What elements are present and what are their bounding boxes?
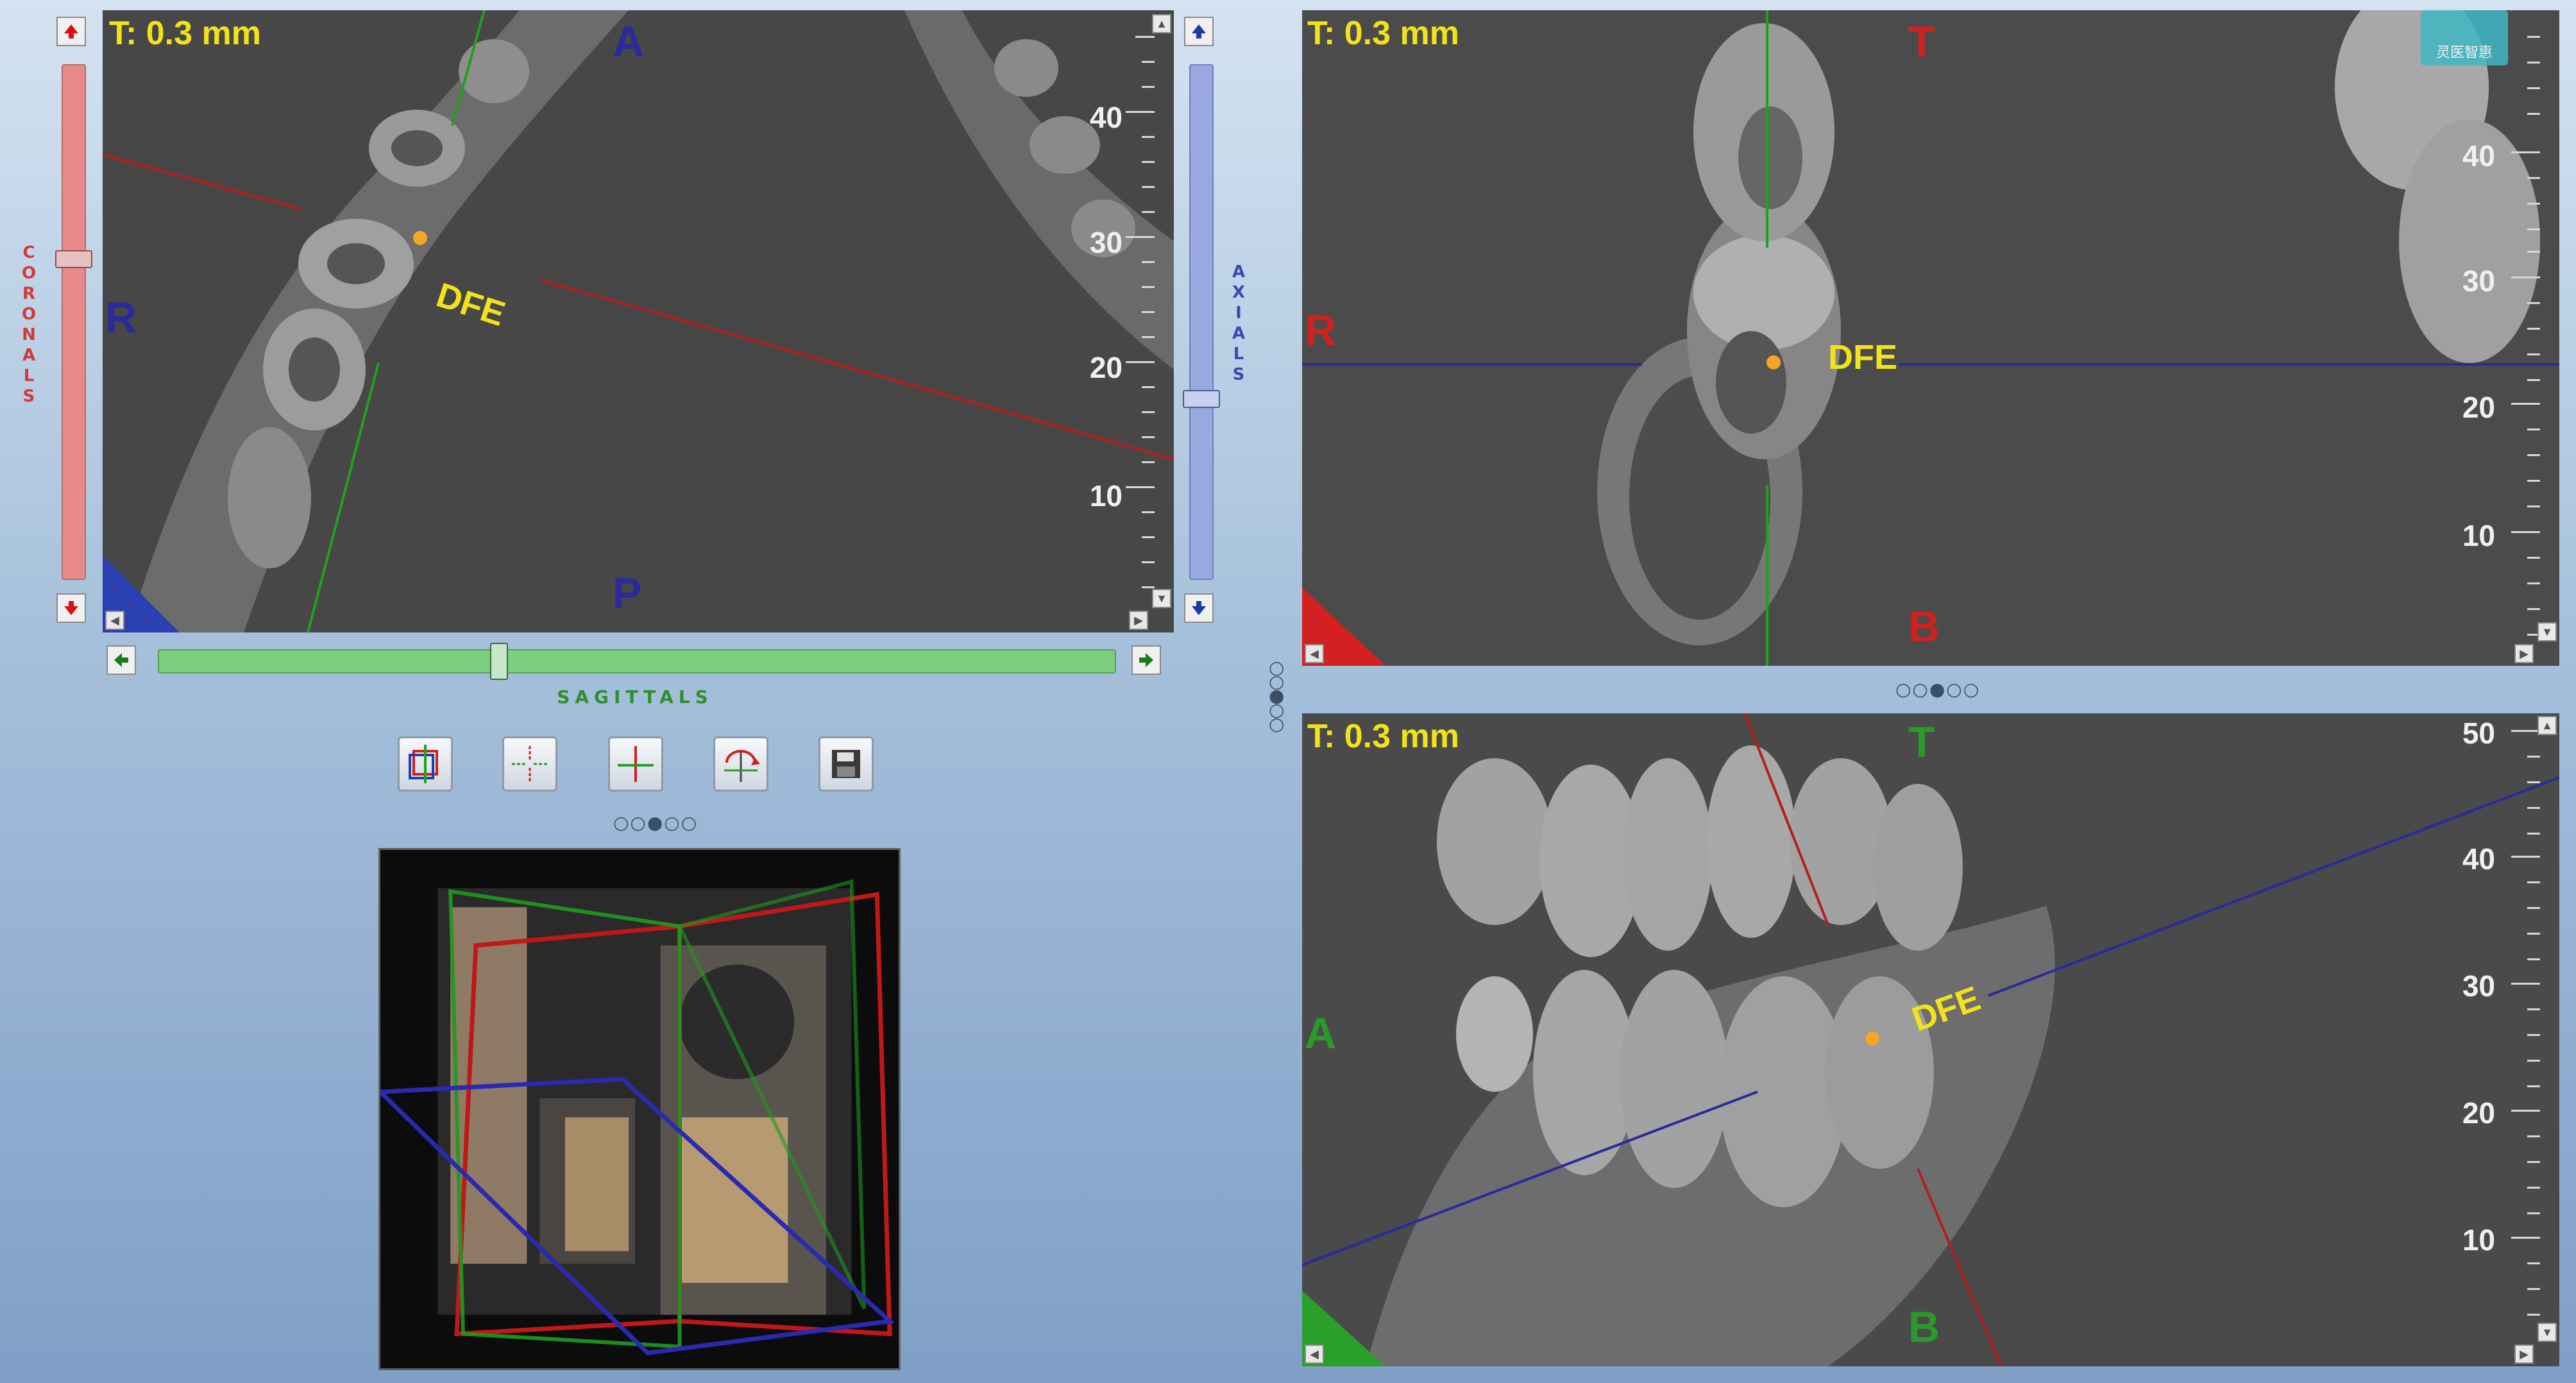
volume-3d-image <box>380 850 899 1368</box>
dfe-point <box>413 231 427 245</box>
orientation-top-label: A <box>613 17 645 66</box>
sagittal-slider-track[interactable] <box>158 649 1116 674</box>
orientation-top-label: T <box>1908 718 1935 767</box>
arrow-left-icon <box>114 653 128 667</box>
save-button[interactable] <box>818 736 874 792</box>
coronal-ct-image <box>1302 10 2559 666</box>
sagittal-left-button[interactable] <box>106 645 136 675</box>
orientation-bottom-label: B <box>1908 602 1940 651</box>
ruler-label: 40 <box>2462 842 2495 876</box>
sagittal-right-button[interactable] <box>1131 645 1161 675</box>
axials-label: AXIALS <box>1232 262 1246 384</box>
orientation-bottom-label: B <box>1908 1303 1940 1352</box>
ruler-label: 50 <box>2462 717 2495 750</box>
arrow-up-icon <box>1192 24 1206 38</box>
crosshair-lock-button[interactable] <box>608 736 663 792</box>
arrow-down-icon <box>1192 601 1206 615</box>
coronal-ruler <box>2502 10 2540 666</box>
ruler-label: 30 <box>2462 264 2495 298</box>
watermark-text: 灵医智惠 <box>2436 45 2493 61</box>
ruler-label: 20 <box>1089 351 1123 384</box>
volume-3d-view[interactable] <box>378 848 901 1370</box>
splitter-handle[interactable]: ○○●○○ <box>1895 679 1980 700</box>
orientation-top-label: T <box>1908 17 1935 66</box>
scroll-left-button[interactable]: ◀ <box>1305 644 1324 663</box>
coronal-slider-track[interactable] <box>62 64 86 580</box>
scroll-down-button[interactable]: ▼ <box>2538 622 2557 641</box>
dfe-point <box>1767 355 1781 369</box>
coronal-up-button[interactable] <box>56 17 86 46</box>
ruler-label: 40 <box>2462 139 2495 173</box>
orientation-bottom-label: P <box>613 569 642 618</box>
scroll-right-button[interactable]: ▶ <box>2514 644 2534 663</box>
reset-view-icon <box>409 745 438 783</box>
vertical-splitter-handle[interactable]: ○○●○○ <box>1269 659 1288 733</box>
ruler-label: 40 <box>1089 101 1123 134</box>
reset-view-button[interactable] <box>398 736 453 792</box>
ruler-label: 10 <box>2462 519 2495 552</box>
coronal-down-button[interactable] <box>56 593 86 623</box>
crosshair-button[interactable] <box>502 736 557 792</box>
ruler-label: 30 <box>1089 226 1123 259</box>
sagittal-ruler <box>2502 713 2540 1366</box>
ruler-label: 30 <box>2462 969 2495 1003</box>
ruler-label: 20 <box>2462 391 2495 424</box>
orientation-left-label: R <box>1305 306 1337 355</box>
scroll-down-button[interactable]: ▼ <box>1152 589 1171 608</box>
save-icon <box>832 750 860 778</box>
watermark-logo: 灵医智惠 <box>2421 10 2508 65</box>
orientation-left-label: A <box>1305 1009 1337 1058</box>
thickness-label: T: 0.3 mm <box>1307 718 1459 755</box>
coronal-slider-thumb[interactable] <box>55 250 92 268</box>
scroll-right-button[interactable]: ▶ <box>2514 1345 2534 1364</box>
dfe-point <box>1865 1031 1879 1046</box>
thickness-label: T: 0.3 mm <box>109 15 261 52</box>
coronal-view[interactable]: T: 0.3 mm T R B DFE 40 30 20 10 ▼ ◀ ▶ 灵医… <box>1302 10 2559 666</box>
axial-slider-thumb[interactable] <box>1183 390 1220 408</box>
crosshair-lock-icon <box>618 746 654 782</box>
arrow-down-icon <box>64 601 78 615</box>
axial-up-button[interactable] <box>1184 17 1214 46</box>
sagittal-ct-image <box>1302 713 2559 1366</box>
splitter-handle[interactable]: ○○●○○ <box>613 812 698 833</box>
rotate-icon <box>724 750 760 782</box>
axial-view[interactable]: T: 0.3 mm A R P DFE 40 30 20 10 ▲ ▼ ◀ ▶ <box>103 10 1174 632</box>
scroll-up-button[interactable]: ▲ <box>1152 14 1171 33</box>
sagittal-view[interactable]: T: 0.3 mm T A B DFE 50 40 30 20 10 ▲ ▼ ◀… <box>1302 713 2559 1366</box>
coronals-label: CORONALS <box>21 243 37 406</box>
scroll-up-button[interactable]: ▲ <box>2538 716 2557 735</box>
ruler-label: 20 <box>2462 1096 2495 1130</box>
sagittals-label: SAGITTALS <box>557 686 713 708</box>
ruler-label: 10 <box>2462 1223 2495 1257</box>
scroll-right-button[interactable]: ▶ <box>1129 611 1148 630</box>
rotate-button[interactable] <box>713 736 768 792</box>
sagittal-slider-thumb[interactable] <box>490 643 508 680</box>
scroll-left-button[interactable]: ◀ <box>105 611 124 630</box>
axial-down-button[interactable] <box>1184 593 1214 623</box>
orientation-left-label: R <box>105 293 137 342</box>
axial-slider-track[interactable] <box>1189 64 1214 580</box>
ruler-label: 10 <box>1089 479 1123 513</box>
scroll-left-button[interactable]: ◀ <box>1305 1345 1324 1364</box>
arrow-up-icon <box>64 24 78 38</box>
thickness-label: T: 0.3 mm <box>1307 15 1459 52</box>
arrow-right-icon <box>1139 653 1153 667</box>
dfe-marker-label: DFE <box>1828 338 1897 377</box>
crosshair-icon <box>512 746 548 782</box>
scroll-down-button[interactable]: ▼ <box>2538 1323 2557 1342</box>
axial-ct-image <box>103 10 1174 632</box>
